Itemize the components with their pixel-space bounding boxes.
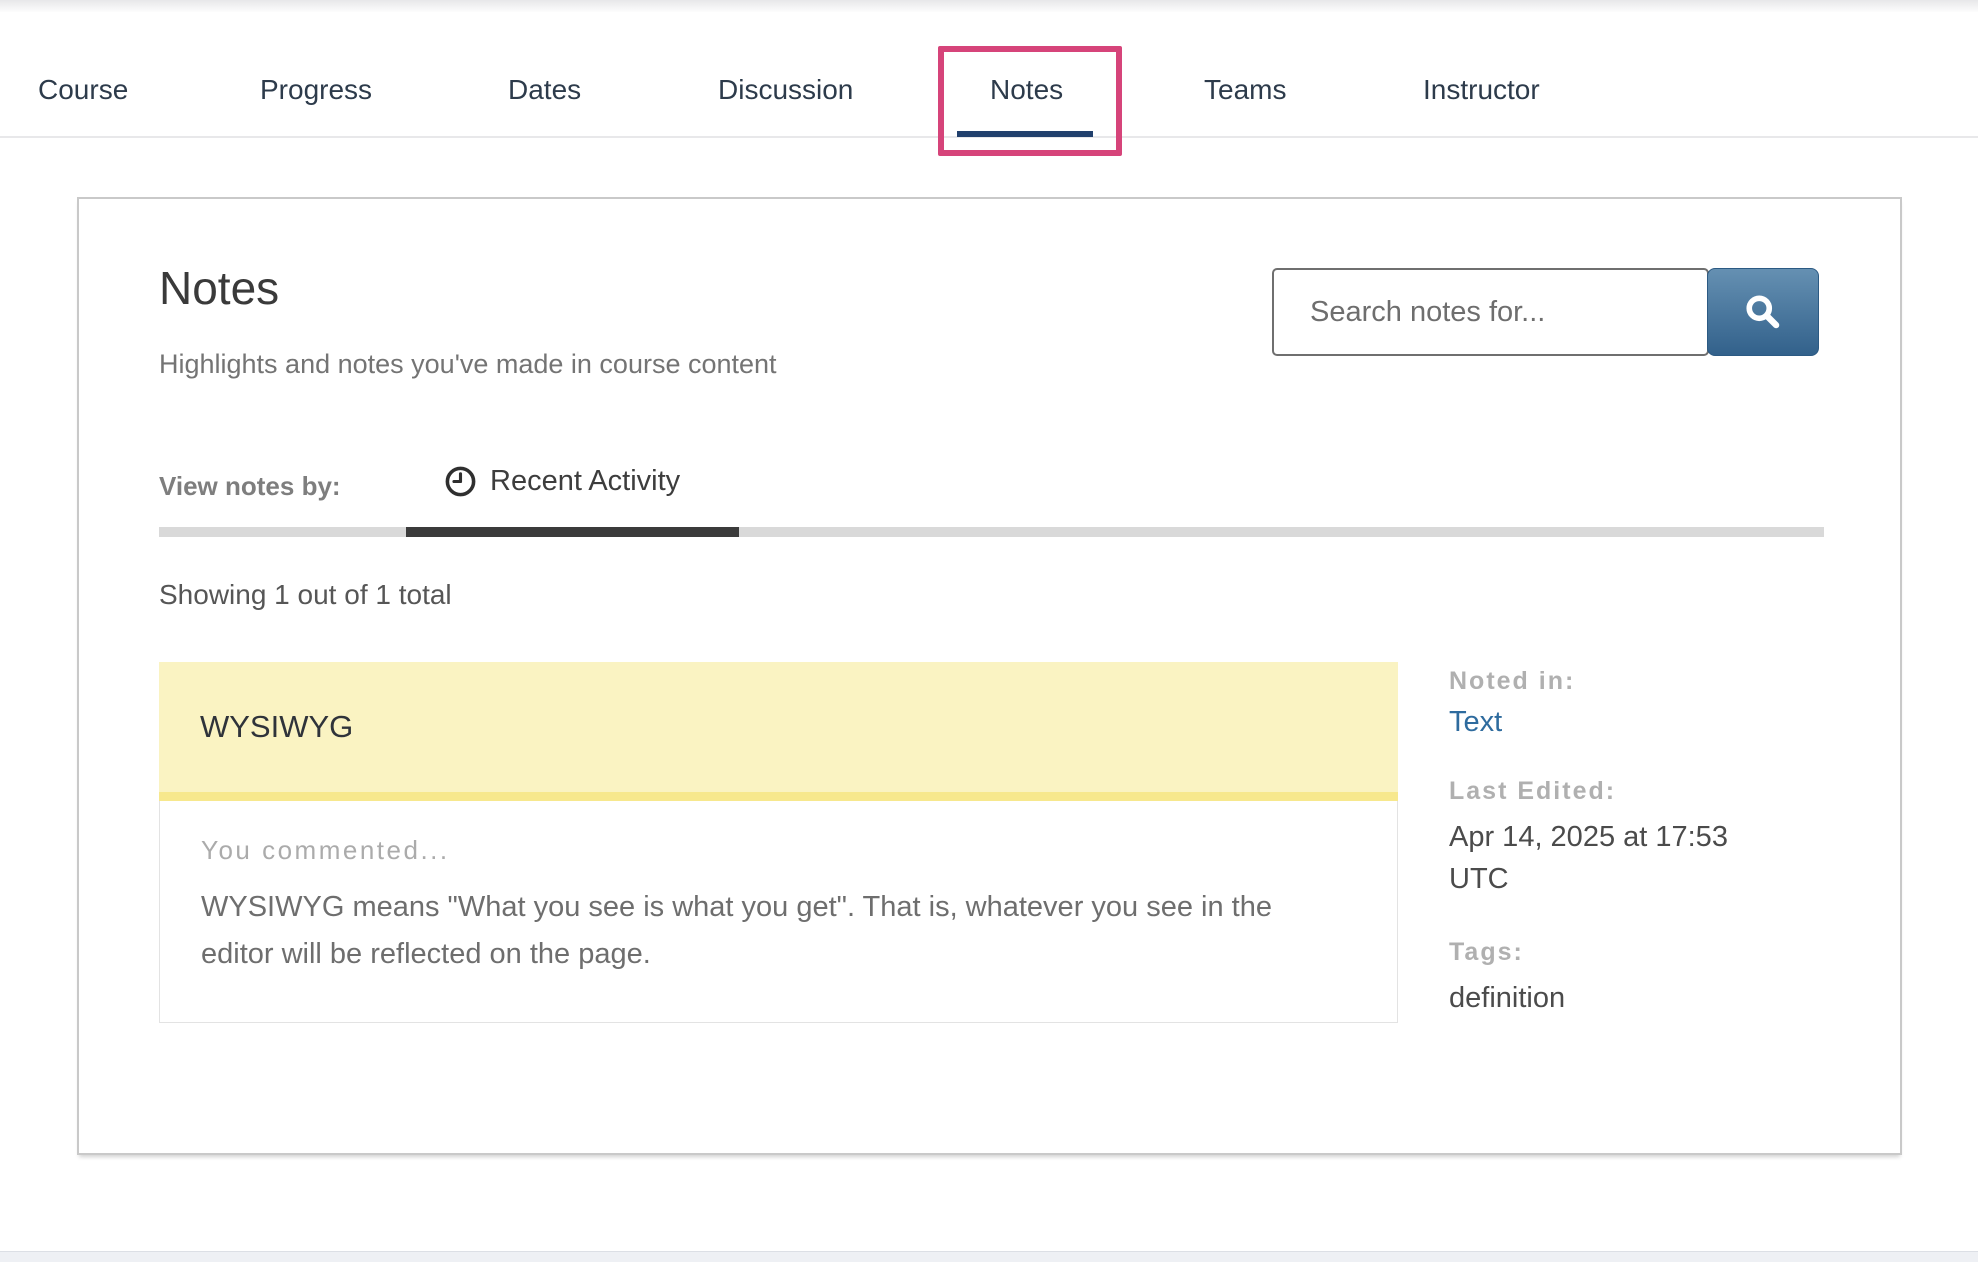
tags-group: Tags: definition: [1449, 938, 1779, 1019]
noted-in-link[interactable]: Text: [1449, 706, 1502, 738]
tags-label: Tags:: [1449, 938, 1779, 967]
note-body: You commented... WYSIWYG means "What you…: [159, 801, 1398, 1023]
note-highlight-header[interactable]: WYSIWYG: [159, 662, 1398, 792]
last-edited-label: Last Edited:: [1449, 777, 1779, 806]
search-icon: [1743, 292, 1783, 332]
noted-in-label: Noted in:: [1449, 667, 1779, 696]
note-highlight-strip: [159, 792, 1398, 801]
search-notes-input[interactable]: [1272, 268, 1709, 356]
tab-progress[interactable]: Progress: [260, 74, 372, 106]
active-view-tab-indicator: [406, 527, 739, 537]
page-subtitle: Highlights and notes you've made in cour…: [159, 349, 777, 380]
active-tab-underline: [957, 131, 1093, 137]
comment-text: WYSIWYG means "What you see is what you …: [201, 884, 1321, 978]
footer-strip: [0, 1251, 1978, 1262]
tab-course[interactable]: Course: [38, 74, 128, 106]
page-title: Notes: [159, 261, 279, 315]
tab-recent-activity[interactable]: Recent Activity: [445, 465, 680, 498]
tab-discussion[interactable]: Discussion: [718, 74, 853, 106]
comment-label: You commented...: [201, 835, 1356, 866]
results-count: Showing 1 out of 1 total: [159, 579, 452, 611]
view-notes-by-label: View notes by:: [159, 471, 341, 502]
notes-page: Course Progress Dates Discussion Notes T…: [0, 0, 1978, 1262]
notes-panel: Notes Highlights and notes you've made i…: [77, 197, 1902, 1155]
tags-value: definition: [1449, 977, 1779, 1019]
recent-activity-label: Recent Activity: [490, 465, 680, 498]
noted-in-group: Noted in: Text: [1449, 667, 1779, 739]
last-edited-group: Last Edited: Apr 14, 2025 at 17:53 UTC: [1449, 777, 1779, 900]
tab-instructor[interactable]: Instructor: [1423, 74, 1540, 106]
note-card: WYSIWYG You commented... WYSIWYG means "…: [159, 662, 1398, 1023]
tab-teams[interactable]: Teams: [1204, 74, 1286, 106]
tab-dates[interactable]: Dates: [508, 74, 581, 106]
clock-icon: [445, 466, 476, 497]
note-meta-column: Noted in: Text Last Edited: Apr 14, 2025…: [1449, 667, 1779, 1057]
header-shadow: [0, 0, 1978, 12]
note-highlight-text: WYSIWYG: [200, 709, 353, 745]
view-tabs-track: [159, 527, 1824, 537]
tab-notes[interactable]: Notes: [990, 74, 1063, 106]
last-edited-value: Apr 14, 2025 at 17:53 UTC: [1449, 816, 1779, 900]
course-tab-bar: Course Progress Dates Discussion Notes T…: [0, 12, 1978, 138]
search-button[interactable]: [1707, 268, 1819, 356]
